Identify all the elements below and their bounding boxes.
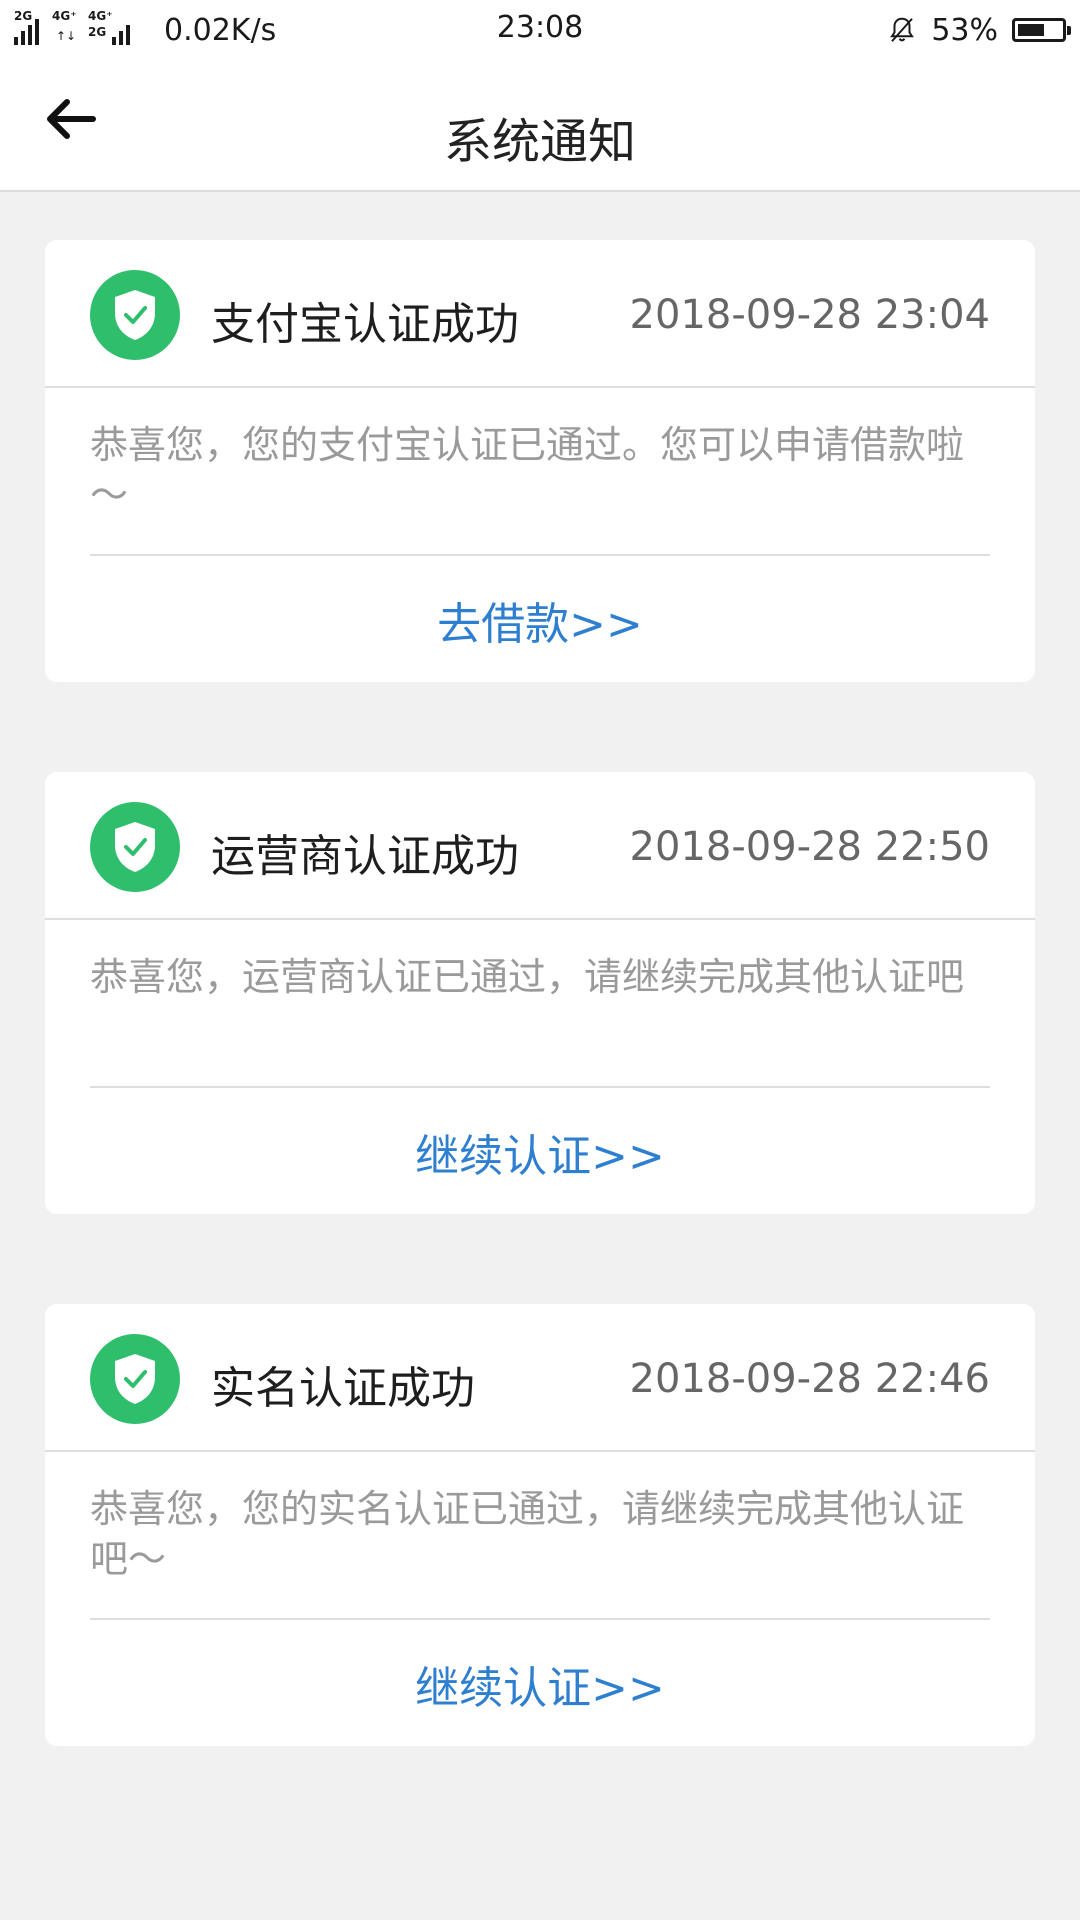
shield-check-icon <box>90 802 180 892</box>
continue-verify-link[interactable]: 继续认证>> <box>45 1120 1035 1184</box>
shield-check-icon <box>90 1334 180 1424</box>
go-borrow-link[interactable]: 去借款>> <box>45 588 1035 652</box>
continue-verify-link[interactable]: 继续认证>> <box>45 1652 1035 1716</box>
notification-card: 实名认证成功 2018-09-28 22:46 恭喜您，您的实名认证已通过，请继… <box>45 1304 1035 1746</box>
notification-title: 运营商认证成功 <box>211 831 519 882</box>
divider <box>90 1086 990 1088</box>
bell-mute-icon <box>890 17 915 42</box>
notification-card: 运营商认证成功 2018-09-28 22:50 恭喜您，运营商认证已通过，请继… <box>45 772 1035 1214</box>
notification-time: 2018-09-28 22:50 <box>629 824 990 870</box>
notification-body: 恭喜您，您的支付宝认证已通过。您可以申请借款啦～ <box>90 423 965 517</box>
battery-percent: 53% <box>931 12 998 48</box>
notification-header: 支付宝认证成功 2018-09-28 23:04 <box>45 240 1035 388</box>
nav-header: 系统通知 <box>0 60 1080 192</box>
notification-header: 实名认证成功 2018-09-28 22:46 <box>45 1304 1035 1452</box>
status-bar: 2G 4G⁺ 4G⁺ 2G ↑↓ 0.02K/s 23:08 53% <box>0 0 1080 60</box>
notification-title: 支付宝认证成功 <box>211 299 519 350</box>
notification-card: 支付宝认证成功 2018-09-28 23:04 恭喜您，您的支付宝认证已通过。… <box>45 240 1035 682</box>
notification-time: 2018-09-28 22:46 <box>629 1356 990 1402</box>
notification-body: 恭喜您，您的实名认证已通过，请继续完成其他认证吧～ <box>90 1487 965 1581</box>
shield-check-icon <box>90 270 180 360</box>
divider <box>90 554 990 556</box>
page-title: 系统通知 <box>443 114 636 170</box>
notification-title: 实名认证成功 <box>211 1363 475 1414</box>
notification-body: 恭喜您，运营商认证已通过，请继续完成其他认证吧 <box>90 955 965 999</box>
divider <box>90 1618 990 1620</box>
notification-time: 2018-09-28 23:04 <box>629 292 990 338</box>
notification-header: 运营商认证成功 2018-09-28 22:50 <box>45 772 1035 920</box>
status-right: 53% <box>887 10 1071 50</box>
battery-icon <box>1012 18 1071 42</box>
